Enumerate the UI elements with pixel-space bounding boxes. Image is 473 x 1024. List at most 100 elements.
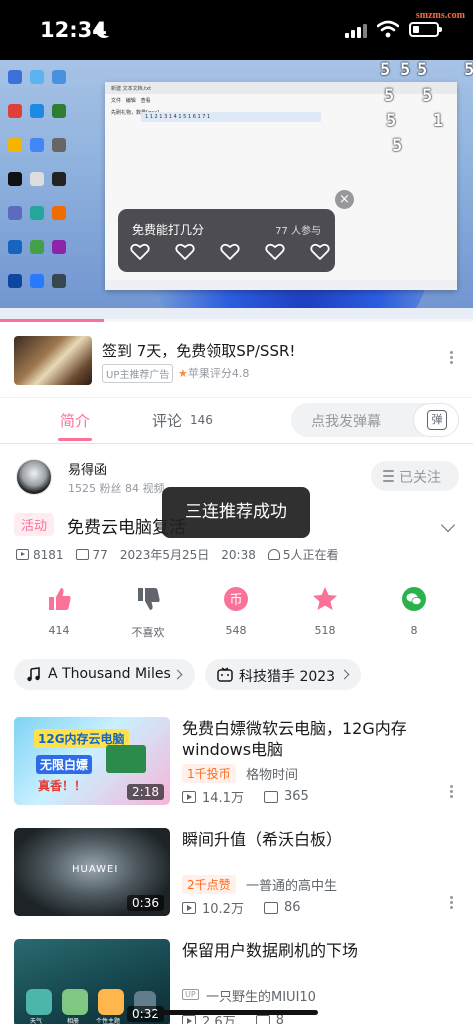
danmaku-count-icon	[263, 901, 278, 914]
dislike-button[interactable]: 不喜欢	[118, 586, 178, 640]
float-number: 5	[464, 60, 473, 80]
poll-heart-icon[interactable]	[310, 242, 330, 262]
poll-heart-icon[interactable]	[130, 242, 150, 262]
video-thumbnail: 天气 相册 个性主题 0:32	[14, 939, 170, 1024]
notepad-menu: 文件 编辑 查看	[111, 98, 151, 104]
ad-rating: ★苹果评分4.8	[178, 365, 249, 381]
recommended-video[interactable]: HUAWEI 0:36 瞬间升值（希沃白板） 2千点赞 一普通的高中生 10.2…	[0, 828, 473, 932]
thumb-caption: 个性主题	[96, 1018, 121, 1024]
tab-intro[interactable]: 简介	[60, 410, 90, 431]
watching-now: 5人正在看	[282, 548, 339, 562]
poll-heart-icon[interactable]	[220, 242, 240, 262]
danmaku-count-icon	[255, 1014, 270, 1024]
home-indicator[interactable]	[156, 1010, 318, 1015]
views-icon	[182, 901, 196, 914]
poll-heart-icon[interactable]	[265, 242, 285, 262]
event-tag[interactable]: 活动	[14, 513, 55, 536]
detail-tabs: 简介 评论 146 点我发弹幕 弹	[0, 398, 473, 444]
danmaku-placeholder: 点我发弹幕	[311, 414, 381, 430]
star-icon: ★	[178, 367, 188, 380]
video-title: 免费白嫖微软云电脑，12G内存windows电脑	[182, 719, 407, 759]
video-stats: 10.2万 86	[182, 898, 301, 917]
video-title: 瞬间升值（希沃白板）	[182, 830, 343, 849]
topic-chip[interactable]: 科技猎手 2023	[205, 659, 361, 690]
status-bar: 12:34 smzms.com	[0, 0, 473, 60]
favorite-count: 518	[314, 624, 336, 637]
wechat-icon	[402, 587, 426, 611]
like-button[interactable]: 414	[29, 586, 89, 637]
app-icon	[98, 989, 124, 1015]
tab-comments-count: 146	[190, 413, 213, 427]
poll-heart-icon[interactable]	[175, 242, 195, 262]
watermark: smzms.com	[415, 10, 465, 21]
recommended-video[interactable]: 12G内存云电脑 无限白嫖 真香！！ 2:18 免费白嫖微软云电脑，12G内存w…	[0, 717, 473, 821]
uploader-stats: 1525 粉丝 84 视频	[68, 482, 165, 495]
watching-icon	[267, 549, 280, 560]
thumb-caption: 天气	[30, 1018, 43, 1024]
float-number: 5	[422, 86, 433, 106]
views-icon	[16, 549, 29, 560]
thumb-caption: 相册	[67, 1018, 80, 1024]
notepad-title: 新建 文本文档.txt	[105, 82, 457, 94]
uploader-name[interactable]: 易得函	[68, 459, 107, 478]
coin-button[interactable]: 币 548	[206, 586, 266, 637]
uploader-icon: UP	[182, 989, 199, 1000]
rating-poll: 免费能打几分 77 人参与	[118, 209, 335, 272]
chevron-right-icon	[172, 669, 183, 680]
action-bar: 414 不喜欢 币 548 518 8	[0, 586, 473, 639]
float-number: 5	[384, 86, 395, 106]
share-count: 8	[410, 624, 418, 637]
publish-time: 20:38	[221, 547, 256, 562]
battery-icon	[409, 22, 442, 37]
favorite-button[interactable]: 518	[295, 586, 355, 637]
uploader-avatar[interactable]	[16, 459, 52, 495]
app-icon	[62, 989, 88, 1015]
publish-date: 2023年5月25日	[119, 548, 210, 562]
views-icon	[182, 790, 196, 803]
video-title: 保留用户数据刷机的下场	[182, 941, 359, 960]
video-badge: 2千点赞	[182, 875, 236, 894]
more-icon[interactable]	[450, 349, 454, 366]
number-bar: 1 1 2 1 3 1 4 1 5 1 6 1 7 1	[141, 112, 321, 122]
view-count: 10.2万	[202, 902, 244, 917]
music-chip[interactable]: A Thousand Miles	[14, 659, 195, 690]
more-icon[interactable]	[450, 783, 454, 800]
video-stats: 14.1万 365	[182, 787, 309, 806]
poll-options	[130, 242, 330, 262]
follow-button[interactable]: 已关注	[371, 461, 459, 491]
poll-close-button[interactable]: ×	[335, 190, 354, 209]
video-uploader: 一只野生的MIUI10	[206, 990, 316, 1005]
view-count: 8181	[33, 547, 64, 562]
danmaku-input[interactable]: 点我发弹幕 弹	[291, 403, 459, 437]
video-meta: 8181 77 2023年5月25日 20:38 5人正在看	[16, 546, 339, 563]
float-number: 5	[392, 136, 403, 156]
like-count: 414	[48, 624, 70, 637]
tab-active-indicator	[58, 438, 92, 441]
tab-comments[interactable]: 评论	[152, 410, 182, 431]
view-count: 14.1万	[202, 791, 244, 806]
focus-moon-icon	[100, 20, 116, 36]
video-thumbnail: 12G内存云电脑 无限白嫖 真香！！ 2:18	[14, 717, 170, 805]
music-title: A Thousand Miles	[48, 666, 171, 682]
more-icon[interactable]	[450, 894, 454, 911]
thumb-caption: HUAWEI	[72, 864, 119, 875]
expand-chevron-icon[interactable]	[440, 517, 456, 533]
coin-icon: 币	[224, 587, 248, 611]
views-icon	[182, 1014, 196, 1024]
video-player[interactable]: 新建 文本文档.txt 文件 编辑 查看 先刷礼物，数量[gax] 1 1 2 …	[0, 60, 473, 322]
video-uploader: 一普通的高中生	[246, 879, 338, 894]
dislike-label: 不喜欢	[131, 626, 165, 639]
video-uploader: 格物时间	[246, 768, 299, 783]
ad-thumbnail	[14, 336, 92, 385]
danmaku-toggle-button[interactable]: 弹	[413, 403, 459, 437]
thumbs-down-icon	[138, 588, 160, 610]
video-badge: 1千投币	[182, 764, 236, 783]
share-button[interactable]: 8	[384, 586, 444, 637]
video-duration: 2:18	[127, 784, 164, 800]
danmaku-count-icon	[263, 790, 278, 803]
thumbs-up-icon	[49, 588, 71, 610]
ad-card[interactable]: 签到 7天，免费领取SP/SSR! UP主推荐广告 ★苹果评分4.8	[0, 322, 473, 398]
chip-illustration	[106, 745, 146, 773]
cellular-signal-icon	[345, 22, 369, 38]
music-note-icon	[27, 667, 40, 682]
